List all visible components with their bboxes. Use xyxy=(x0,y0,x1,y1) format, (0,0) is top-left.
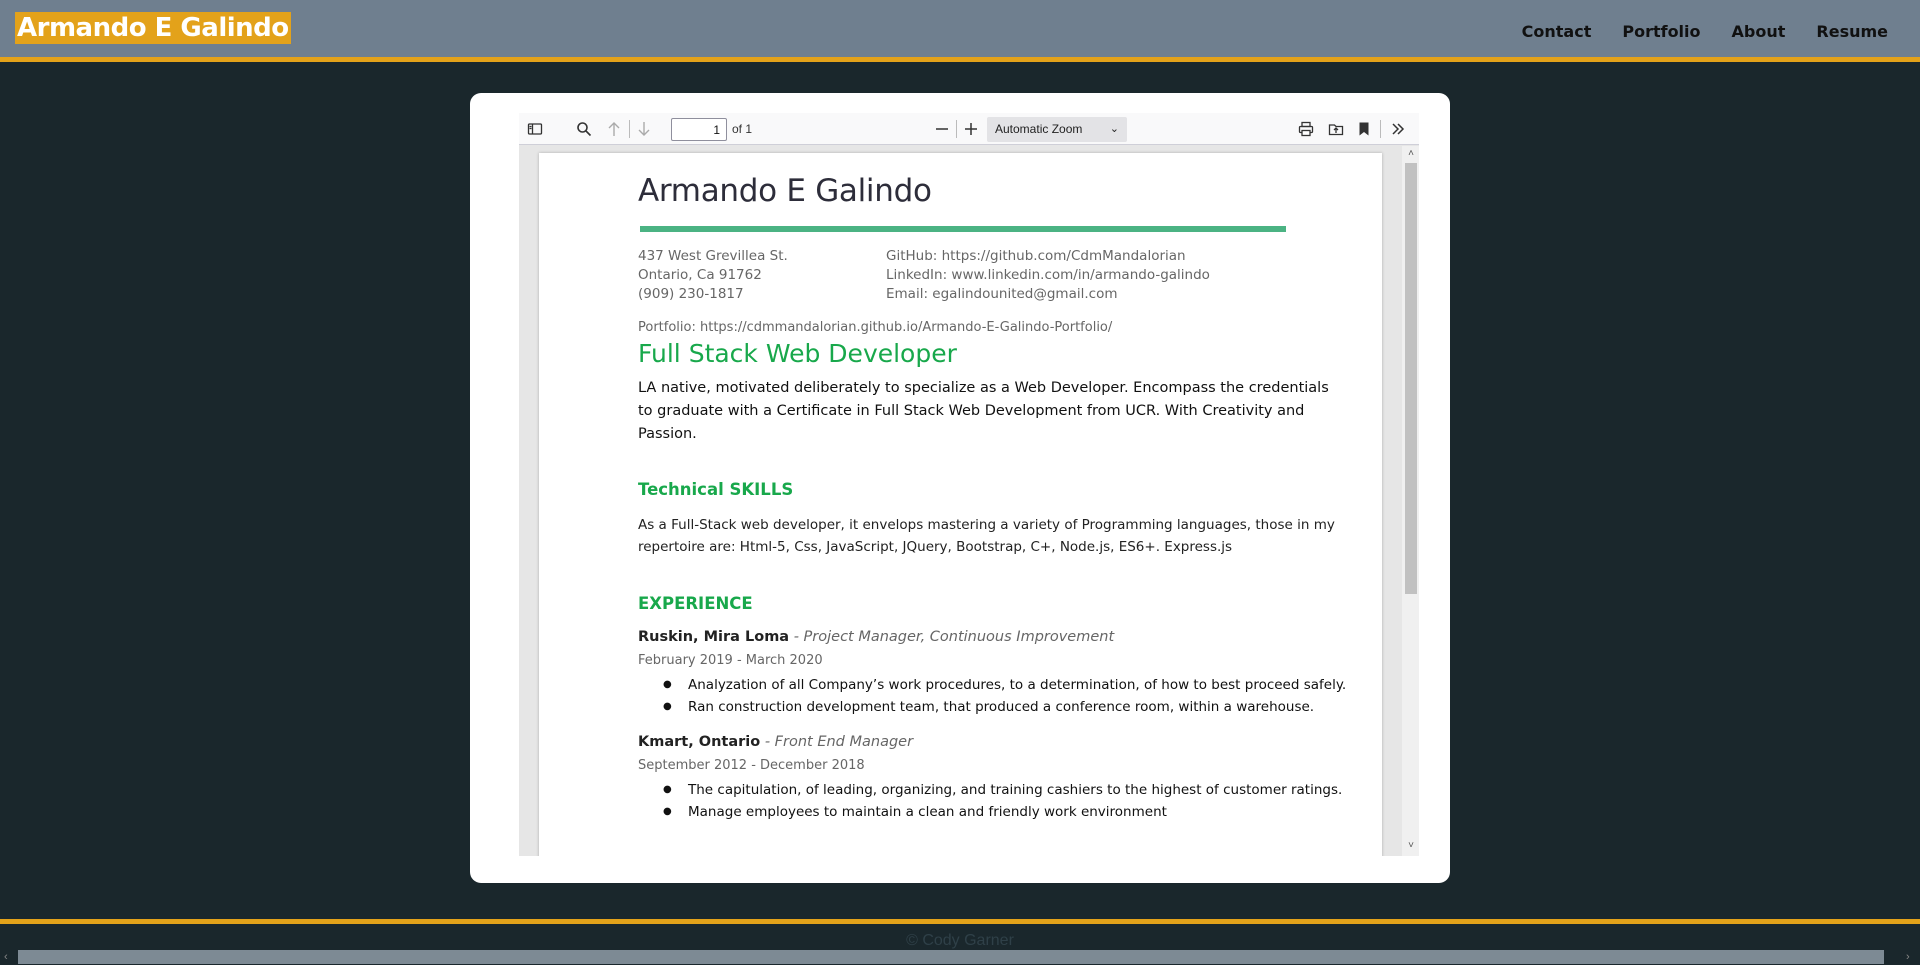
chevrons-right-icon[interactable] xyxy=(1387,118,1409,140)
nav-about[interactable]: About xyxy=(1732,22,1786,41)
search-icon[interactable] xyxy=(573,118,595,140)
job-bullets: The capitulation, of leading, organizing… xyxy=(663,779,1342,823)
horizontal-scrollbar[interactable]: ‹ › xyxy=(0,949,1920,965)
github-link[interactable]: GitHub: https://github.com/CdmMandaloria… xyxy=(886,247,1210,266)
summary-text: LA native, motivated deliberately to spe… xyxy=(638,380,1329,442)
portfolio-link[interactable]: Portfolio: https://cdmmandalorian.github… xyxy=(638,318,1112,337)
list-item: Ran construction development team, that … xyxy=(663,696,1346,718)
print-icon[interactable] xyxy=(1295,118,1317,140)
pdf-page: Armando E Galindo 437 West Grevillea St.… xyxy=(539,153,1382,856)
nav-contact[interactable]: Contact xyxy=(1522,22,1592,41)
list-item: Analyzation of all Company’s work proced… xyxy=(663,674,1346,696)
job-header: Ruskin, Mira Loma - Project Manager, Con… xyxy=(638,629,1114,645)
company-name: Kmart, Ontario xyxy=(638,734,761,750)
chevron-down-icon: ⌄ xyxy=(1109,123,1119,135)
job-bullets: Analyzation of all Company’s work proced… xyxy=(663,674,1346,718)
linkedin-link[interactable]: LinkedIn: www.linkedin.com/in/armando-ga… xyxy=(886,266,1210,285)
phone-line: (909) 230-1817 xyxy=(638,286,744,302)
horizontal-scrollbar-thumb[interactable] xyxy=(18,950,1884,964)
zoom-select-value: Automatic Zoom xyxy=(995,122,1083,136)
plus-icon[interactable] xyxy=(960,118,982,140)
document-area[interactable]: Armando E Galindo 437 West Grevillea St.… xyxy=(519,146,1399,856)
brand-title[interactable]: Armando E Galindo xyxy=(15,12,291,44)
nav-portfolio[interactable]: Portfolio xyxy=(1622,22,1700,41)
vertical-scrollbar[interactable]: ˄ ˅ xyxy=(1402,146,1419,856)
bookmark-icon[interactable] xyxy=(1353,118,1375,140)
skills-text: As a Full-Stack web developer, it envelo… xyxy=(638,517,1335,555)
job-role: - Project Manager, Continuous Improvemen… xyxy=(789,629,1115,645)
toolbar-divider xyxy=(1380,120,1381,138)
job-dates: September 2012 - December 2018 xyxy=(638,758,865,773)
main-nav: Contact Portfolio About Resume xyxy=(1522,22,1888,41)
open-file-icon[interactable] xyxy=(1325,118,1347,140)
minus-icon[interactable] xyxy=(931,118,953,140)
site-header: Armando E Galindo Contact Portfolio Abou… xyxy=(0,0,1920,62)
toolbar-divider xyxy=(956,120,957,138)
resume-card: of 1 Automatic Zoom ⌄ xyxy=(470,93,1450,883)
scroll-up-icon[interactable]: ˄ xyxy=(1405,148,1417,160)
scroll-left-icon[interactable]: ‹ xyxy=(4,951,8,963)
job-header: Kmart, Ontario - Front End Manager xyxy=(638,734,913,750)
company-name: Ruskin, Mira Loma xyxy=(638,629,790,645)
links-block: GitHub: https://github.com/CdmMandaloria… xyxy=(886,247,1210,304)
resume-name: Armando E Galindo xyxy=(638,173,932,209)
page-number-input[interactable] xyxy=(671,118,727,141)
list-item: Manage employees to maintain a clean and… xyxy=(663,801,1342,823)
job-dates: February 2019 - March 2020 xyxy=(638,653,823,668)
arrow-down-icon[interactable] xyxy=(633,118,655,140)
zoom-select[interactable]: Automatic Zoom ⌄ xyxy=(987,117,1127,142)
toolbar-divider xyxy=(629,120,630,138)
page-count-label: of 1 xyxy=(732,122,753,136)
address-line: Ontario, Ca 91762 xyxy=(638,267,762,283)
footer-copyright: © Cody Garner xyxy=(906,932,1014,949)
name-underline-bar xyxy=(640,226,1286,232)
job-role: - Front End Manager xyxy=(760,734,914,750)
list-item: The capitulation, of leading, organizing… xyxy=(663,779,1342,801)
skills-heading: Technical SKILLS xyxy=(638,480,794,499)
job-title: Full Stack Web Developer xyxy=(638,339,957,368)
experience-heading: EXPERIENCE xyxy=(638,594,753,613)
sidebar-toggle-icon[interactable] xyxy=(524,118,546,140)
pdf-viewer: of 1 Automatic Zoom ⌄ xyxy=(519,113,1419,856)
address-line: 437 West Grevillea St. xyxy=(638,248,788,264)
scrollbar-thumb[interactable] xyxy=(1405,163,1417,594)
scroll-right-icon[interactable]: › xyxy=(1906,951,1910,963)
scroll-down-icon[interactable]: ˅ xyxy=(1405,840,1417,852)
address-block: 437 West Grevillea St. Ontario, Ca 91762… xyxy=(638,247,788,304)
arrow-up-icon[interactable] xyxy=(603,118,625,140)
email-link[interactable]: Email: egalindounited@gmail.com xyxy=(886,285,1210,304)
pdf-toolbar: of 1 Automatic Zoom ⌄ xyxy=(519,113,1419,145)
nav-resume[interactable]: Resume xyxy=(1816,22,1888,41)
